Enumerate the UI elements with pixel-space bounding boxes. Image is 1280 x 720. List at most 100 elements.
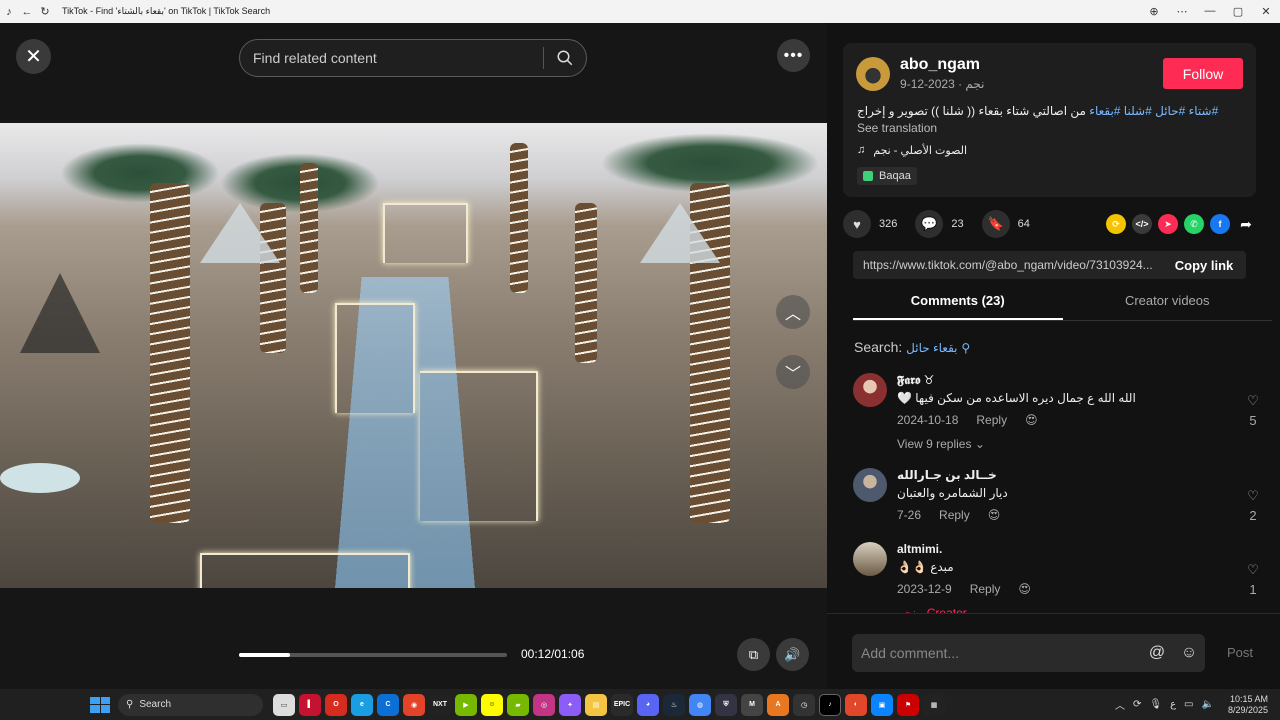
commenter-name[interactable]: altmimi.: [897, 542, 942, 556]
app-flag-icon[interactable]: ⚑: [897, 693, 919, 716]
system-tray: ︿ ⟳ 🎙 ع ▭ 🔈 10:15 AM 8/29/2025: [1115, 694, 1268, 716]
comment-like[interactable]: ♡ 1: [1243, 562, 1263, 597]
comment-like[interactable]: ♡ 2: [1243, 488, 1263, 523]
chrome-alt-icon[interactable]: ◍: [689, 693, 711, 716]
miniplayer-button[interactable]: ⧉: [737, 638, 770, 671]
speaker-icon[interactable]: 🔈: [1202, 699, 1214, 710]
commenter-name[interactable]: 𝕱𝖆𝖗𝖔 ♉: [897, 373, 934, 388]
comment-meta: 7-26 Reply 😍: [897, 508, 1000, 522]
copilot-icon[interactable]: ✦: [559, 693, 581, 716]
maximize-icon[interactable]: ▢: [1224, 5, 1252, 18]
related-search-input[interactable]: [240, 50, 543, 66]
location-tag[interactable]: Baqaa: [857, 167, 917, 185]
commenter-avatar[interactable]: [853, 542, 887, 576]
video-frame[interactable]: [0, 123, 827, 588]
app-orange-icon[interactable]: ◐: [845, 693, 867, 716]
opera-icon[interactable]: O: [325, 693, 347, 716]
send-icon[interactable]: ➤: [1158, 214, 1178, 234]
taskbar-search[interactable]: ⚲ Search: [118, 693, 263, 716]
app-dark-icon[interactable]: ▦: [923, 693, 945, 716]
commenter-avatar[interactable]: [853, 373, 887, 407]
tray-chevron-icon[interactable]: ︿: [1115, 697, 1125, 712]
search-button[interactable]: [544, 49, 586, 67]
app-a-icon[interactable]: A: [767, 693, 789, 716]
comment-action[interactable]: 💬 23: [915, 210, 964, 238]
previous-video-button[interactable]: ︿: [776, 295, 810, 329]
browser-icon[interactable]: C: [377, 693, 399, 716]
whatsapp-icon[interactable]: ✆: [1184, 214, 1204, 234]
comment-meta: 2024-10-18 Reply 😍: [897, 413, 1038, 427]
commenter-avatar[interactable]: [853, 468, 887, 502]
windows-logo-icon: [90, 705, 100, 713]
more-dots-icon: •••: [783, 46, 804, 64]
next-app-icon[interactable]: NXT: [429, 693, 451, 716]
author-avatar[interactable]: [856, 57, 890, 91]
steam-icon[interactable]: ♨: [663, 693, 685, 716]
see-translation-link[interactable]: See translation: [857, 121, 937, 135]
hashtags[interactable]: #شتاء #حائل #شلنا #بقعاء: [1089, 104, 1218, 118]
app-red-icon[interactable]: ▌: [299, 693, 321, 716]
next-video-button[interactable]: ﹀: [776, 355, 810, 389]
zoom-icon[interactable]: ⊕: [1140, 5, 1168, 18]
comment-like[interactable]: ♡ 5: [1243, 393, 1263, 428]
tiktok-icon[interactable]: ♪: [819, 693, 841, 716]
minimize-icon[interactable]: —: [1196, 5, 1224, 18]
tray-sync-icon[interactable]: ⟳: [1133, 699, 1141, 710]
folder-icon[interactable]: ▤: [585, 693, 607, 716]
music-info[interactable]: ♫ الصوت الأصلي - نجم: [857, 144, 967, 157]
copy-link-button[interactable]: Copy link: [1162, 258, 1246, 273]
author-name[interactable]: abo_ngam: [900, 56, 980, 74]
close-window-icon[interactable]: ✕: [1252, 5, 1280, 18]
snapchat-icon[interactable]: ☺: [481, 693, 503, 716]
more-options-button[interactable]: •••: [777, 39, 810, 72]
shield-icon[interactable]: ⛨: [715, 693, 737, 716]
follow-button[interactable]: Follow: [1163, 58, 1243, 89]
close-player-button[interactable]: ✕: [16, 39, 51, 74]
volume-button[interactable]: 🔊: [776, 638, 809, 671]
comment-search-label[interactable]: Search: بقعاء حائل ⚲: [854, 339, 970, 355]
app-m-icon[interactable]: M: [741, 693, 763, 716]
start-button[interactable]: [90, 696, 110, 713]
app-blue-icon[interactable]: ▣: [871, 693, 893, 716]
discord-icon[interactable]: ◕: [637, 693, 659, 716]
post-comment-button[interactable]: Post: [1227, 645, 1253, 660]
menu-dots-icon[interactable]: ⋯: [1168, 5, 1196, 18]
refresh-icon[interactable]: ↻: [36, 3, 54, 21]
emoji-icon[interactable]: ☺: [1173, 644, 1205, 662]
mention-icon[interactable]: @: [1141, 644, 1173, 662]
geforce-icon[interactable]: ▰: [507, 693, 529, 716]
file-explorer-icon[interactable]: ▭: [273, 693, 295, 716]
nvidia-icon[interactable]: ▶: [455, 693, 477, 716]
like-action[interactable]: ♥ 326: [843, 210, 897, 238]
commenter-name[interactable]: خــالد بن جـارالله: [897, 468, 997, 482]
network-icon[interactable]: ▭: [1184, 699, 1193, 710]
view-replies-button[interactable]: View 9 replies ⌄: [897, 437, 985, 451]
taskbar-clock[interactable]: 10:15 AM 8/29/2025: [1228, 694, 1268, 716]
repost-icon[interactable]: ⟳: [1106, 214, 1126, 234]
comment-date: 2024-10-18: [897, 413, 959, 427]
window-title: TikTok - Find 'بقعاء بالشتاء' on TikTok …: [62, 6, 271, 16]
instagram-icon[interactable]: ◎: [533, 693, 555, 716]
microphone-icon[interactable]: 🎙: [1149, 699, 1162, 710]
keyboard-language-icon[interactable]: ع: [1170, 699, 1176, 710]
reply-button[interactable]: Reply: [976, 413, 1007, 427]
reply-button[interactable]: Reply: [939, 508, 970, 522]
location-label: Baqaa: [879, 170, 911, 182]
back-icon[interactable]: ←: [18, 3, 36, 21]
windows-logo-icon: [100, 696, 110, 704]
tab-comments[interactable]: Comments (23): [853, 293, 1063, 320]
epic-games-icon[interactable]: EPIC: [611, 693, 633, 716]
share-url[interactable]: https://www.tiktok.com/@abo_ngam/video/7…: [853, 258, 1162, 272]
reply-button[interactable]: Reply: [970, 582, 1001, 596]
save-action[interactable]: 🔖 64: [981, 210, 1030, 238]
palm-trunk: [300, 163, 318, 293]
edge-icon[interactable]: e: [351, 693, 373, 716]
app-clock-icon[interactable]: ◷: [793, 693, 815, 716]
tab-creator-videos[interactable]: Creator videos: [1063, 293, 1273, 320]
progress-bar[interactable]: [239, 653, 507, 657]
chrome-icon[interactable]: ◉: [403, 693, 425, 716]
share-arrow-icon[interactable]: ➦: [1236, 214, 1256, 234]
embed-icon[interactable]: </>: [1132, 214, 1152, 234]
facebook-icon[interactable]: f: [1210, 214, 1230, 234]
comment-input[interactable]: [852, 645, 1141, 661]
